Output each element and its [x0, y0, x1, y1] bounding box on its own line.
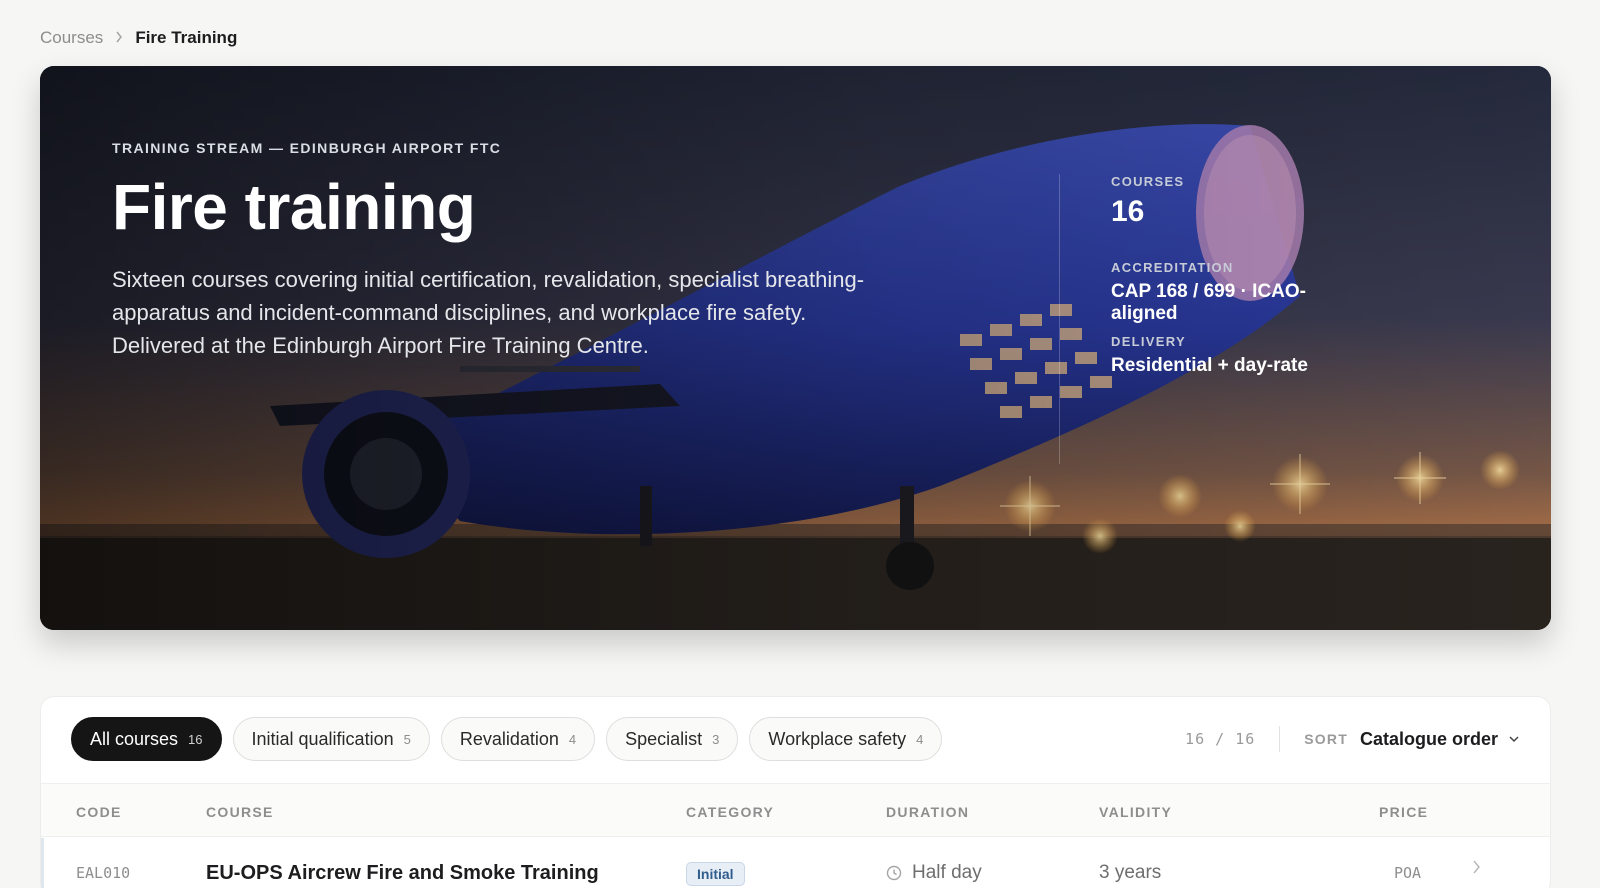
filter-revalidation[interactable]: Revalidation 4 — [440, 717, 596, 761]
course-panel: All courses 16 Initial qualification 5 R… — [40, 696, 1551, 888]
column-header-course[interactable]: COURSE — [206, 804, 274, 820]
chevron-right-icon — [115, 30, 123, 46]
results-controls: 16 / 16 SORT Catalogue order — [1185, 717, 1520, 761]
page-title: Fire training — [112, 171, 476, 243]
stat-value: Residential + day-rate — [1111, 355, 1308, 376]
hero-content: TRAINING STREAM — EDINBURGH AIRPORT FTC … — [112, 140, 872, 362]
chevron-down-icon — [1509, 736, 1519, 743]
sort-value: Catalogue order — [1359, 728, 1498, 749]
sort-dropdown[interactable]: Catalogue order — [1360, 729, 1520, 750]
table-row[interactable]: EAL010 EU-OPS Aircrew Fire and Smoke Tra… — [41, 838, 1550, 888]
results-total: 16 — [1235, 730, 1256, 748]
results-shown: 16 — [1185, 730, 1206, 748]
column-header-price[interactable]: PRICE — [1379, 804, 1428, 820]
chevron-right-icon[interactable] — [1472, 860, 1481, 879]
breadcrumb-link-courses[interactable]: Courses — [40, 28, 103, 48]
breadcrumb-current: Fire Training — [135, 28, 238, 47]
stat-delivery: DELIVERY Residential + day-rate — [1111, 334, 1308, 377]
filter-initial-qualification[interactable]: Initial qualification 5 — [232, 717, 430, 761]
sort-label: SORT — [1304, 731, 1348, 747]
duration-value: Half day — [912, 862, 982, 883]
results-counter: 16 / 16 — [1185, 726, 1281, 752]
column-header-validity[interactable]: VALIDITY — [1099, 804, 1172, 820]
hero-stats: COURSES 16 ACCREDITATION CAP 168 / 699 ·… — [1059, 174, 1359, 464]
stat-label: DELIVERY — [1111, 334, 1186, 349]
table-header: CODE COURSE CATEGORY DURATION VALIDITY P… — [41, 783, 1550, 837]
filter-label: Initial qualification — [251, 728, 394, 749]
course-validity: 3 years — [1099, 862, 1162, 883]
stat-label: ACCREDITATION — [1111, 260, 1234, 275]
filter-workplace-safety[interactable]: Workplace safety 4 — [749, 717, 943, 761]
course-title[interactable]: EU-OPS Aircrew Fire and Smoke Training — [206, 862, 599, 885]
breadcrumb: Courses Fire Training — [40, 28, 237, 48]
results-separator: / — [1215, 730, 1226, 748]
clock-icon — [886, 865, 902, 881]
stat-courses: COURSES 16 — [1111, 174, 1184, 229]
filter-label: Workplace safety — [768, 728, 907, 749]
stat-label: COURSES — [1111, 174, 1185, 189]
course-code: EAL010 — [76, 864, 131, 882]
course-price: POA — [1394, 864, 1422, 882]
filter-label: All courses — [90, 728, 179, 749]
stat-accreditation: ACCREDITATION CAP 168 / 699 · ICAO-align… — [1111, 260, 1359, 325]
category-badge: Initial — [686, 862, 745, 886]
filter-count: 16 — [188, 731, 203, 747]
column-header-code[interactable]: CODE — [76, 804, 122, 820]
filter-count: 3 — [712, 731, 720, 747]
filter-specialist[interactable]: Specialist 3 — [606, 717, 739, 761]
filter-count: 5 — [403, 731, 411, 747]
hero-description: Sixteen courses covering initial certifi… — [112, 267, 865, 359]
column-header-duration[interactable]: DURATION — [886, 804, 969, 820]
hero-eyebrow: TRAINING STREAM — EDINBURGH AIRPORT FTC — [112, 140, 502, 156]
hero-banner: TRAINING STREAM — EDINBURGH AIRPORT FTC … — [40, 66, 1551, 630]
course-duration: Half day — [886, 862, 982, 884]
filter-count: 4 — [916, 731, 924, 747]
category-filters: All courses 16 Initial qualification 5 R… — [71, 717, 943, 761]
filter-label: Revalidation — [459, 728, 559, 749]
filter-all-courses[interactable]: All courses 16 — [71, 717, 222, 761]
column-header-category[interactable]: CATEGORY — [686, 804, 774, 820]
stat-value: 16 — [1111, 195, 1145, 228]
filter-label: Specialist — [625, 728, 703, 749]
filter-count: 4 — [568, 731, 577, 747]
stat-value: CAP 168 / 699 · ICAO-aligned — [1111, 281, 1307, 324]
